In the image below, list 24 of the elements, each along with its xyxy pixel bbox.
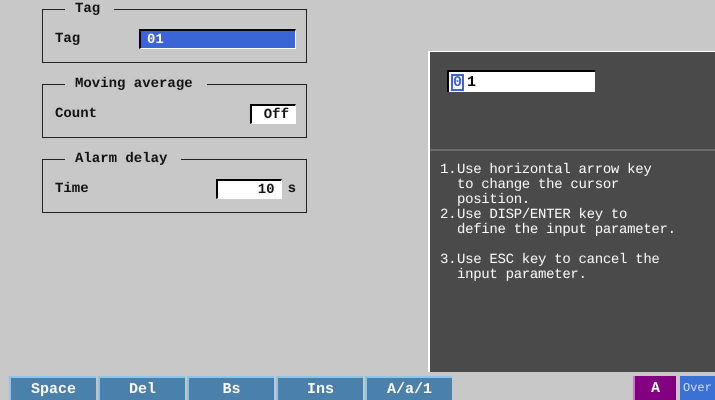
input-field[interactable]: 10 bbox=[216, 179, 282, 199]
field-label: Time bbox=[55, 181, 90, 197]
step-number: 3. bbox=[440, 253, 457, 270]
help-text: Use DISP/ENTER key to define the input parameter. bbox=[457, 208, 676, 238]
field-label: Tag bbox=[55, 31, 82, 47]
help-text: Use horizontal arrow key to change the cursor position. bbox=[457, 163, 652, 208]
help-text: Use ESC key to cancel the input parameter. bbox=[457, 253, 660, 283]
input-field[interactable]: 01 bbox=[139, 29, 296, 49]
soft-key-button[interactable]: Bs bbox=[187, 376, 274, 400]
soft-key-button[interactable]: A/a/1 bbox=[365, 376, 452, 400]
field-label: Count bbox=[55, 106, 98, 122]
group-title: Moving average bbox=[65, 76, 207, 92]
soft-key-button[interactable]: Space bbox=[9, 376, 96, 400]
group-title: Tag bbox=[65, 1, 114, 17]
group-title: Alarm delay bbox=[65, 151, 182, 167]
step-number: 2. bbox=[440, 208, 457, 225]
soft-key-button[interactable]: Del bbox=[98, 376, 185, 400]
input-field[interactable]: 0 1 bbox=[447, 70, 595, 92]
mode-indicator: A bbox=[633, 376, 676, 400]
input-field[interactable]: Off bbox=[250, 104, 296, 124]
step-number: 1. bbox=[440, 163, 457, 180]
mode-indicator: Over bbox=[680, 376, 715, 400]
unit-label: s bbox=[288, 181, 296, 197]
soft-key-button[interactable]: Ins bbox=[276, 376, 363, 400]
